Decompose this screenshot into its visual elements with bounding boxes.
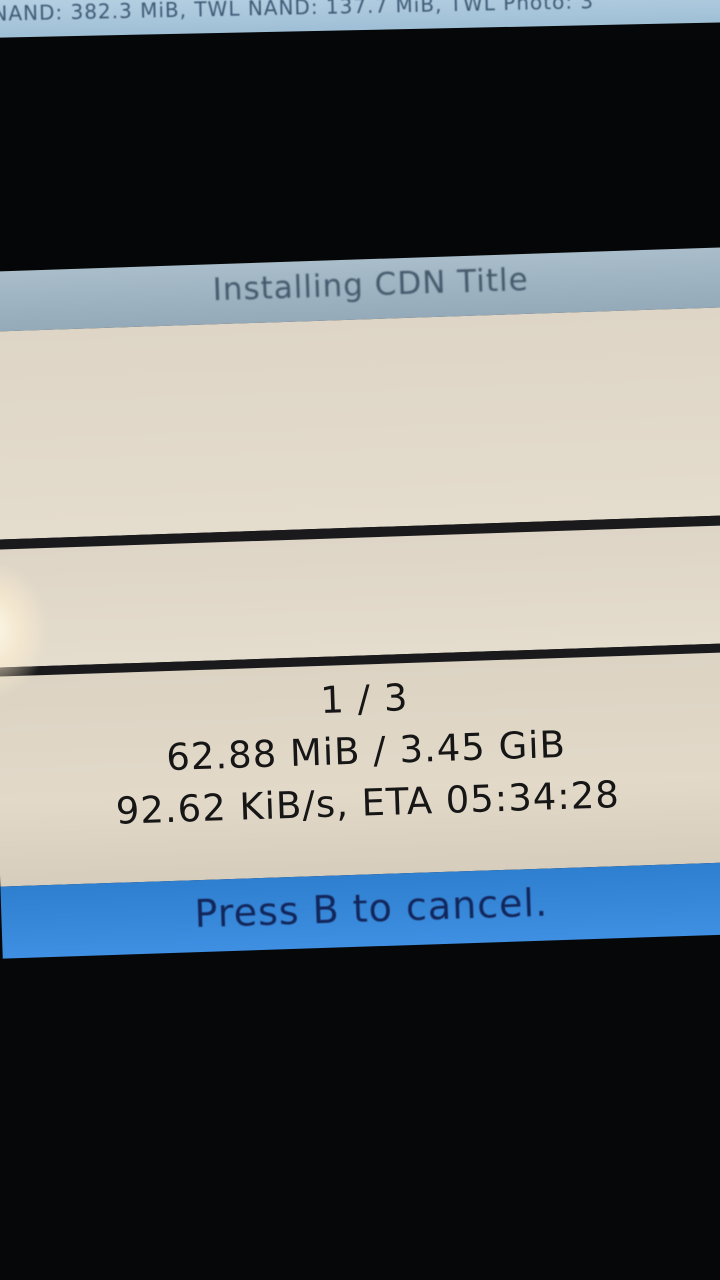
install-progress-dialog: Installing CDN Title 1 / 3 62.88 MiB / 3…: [0, 246, 720, 1031]
status-bar-text: NAND: 382.3 MiB, TWL NAND: 137.7 MiB, TW…: [0, 0, 595, 26]
screen: NAND: 382.3 MiB, TWL NAND: 137.7 MiB, TW…: [0, 0, 720, 1280]
dialog-message-panel: [0, 306, 720, 540]
status-bar: NAND: 382.3 MiB, TWL NAND: 137.7 MiB, TW…: [0, 0, 720, 38]
top-screen-empty-area: [0, 40, 720, 280]
cancel-hint-text: Press B to cancel.: [193, 880, 549, 937]
dialog-blank-panel: [0, 523, 720, 668]
